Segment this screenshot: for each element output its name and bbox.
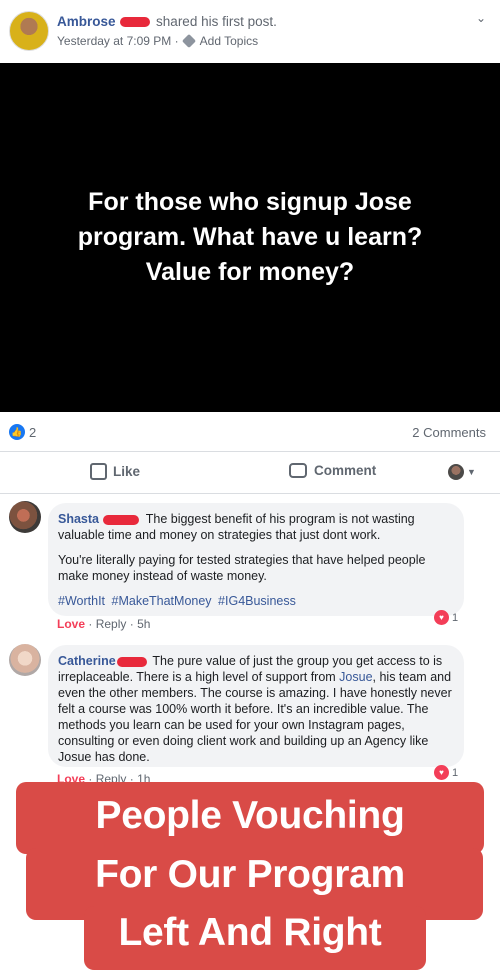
promo-overlay: People Vouching For Our Program Left And… bbox=[0, 780, 500, 980]
post-image[interactable]: For those who signup Jose program. What … bbox=[0, 63, 500, 412]
commenter-name[interactable]: Catherine bbox=[58, 654, 116, 668]
post-image-text: For those who signup Jose program. What … bbox=[20, 185, 480, 290]
redaction-mark bbox=[117, 656, 148, 667]
love-reaction-icon: ♥ bbox=[434, 765, 449, 780]
comment-reaction-count: 1 bbox=[452, 766, 459, 779]
comment-body: Shasta The biggest benefit of his progra… bbox=[58, 511, 452, 543]
caret-down-icon: ▼ bbox=[467, 467, 476, 477]
comment-bubble-icon bbox=[289, 463, 307, 478]
post-text-line: program. What have u learn? bbox=[77, 223, 423, 251]
comment-bubble: Shasta The biggest benefit of his progra… bbox=[48, 503, 464, 616]
comment-paragraph: You're literally paying for tested strat… bbox=[58, 553, 426, 583]
overlay-line: For Our Program bbox=[95, 853, 405, 896]
comment-age[interactable]: 5h bbox=[137, 617, 150, 631]
hashtag-link[interactable]: #WorthIt bbox=[58, 594, 105, 608]
overlay-line: People Vouching bbox=[95, 794, 405, 837]
hashtag-link[interactable]: #MakeThatMoney bbox=[112, 594, 212, 608]
commenter-avatar[interactable] bbox=[9, 501, 41, 533]
comment-reaction-badge[interactable]: ♥ 1 bbox=[434, 610, 458, 625]
comment-hashtags: #WorthIt #MakeThatMoney #IG4Business bbox=[58, 593, 452, 609]
comment-reaction-count: 1 bbox=[452, 611, 459, 624]
like-reaction-icon[interactable]: 👍 bbox=[9, 424, 25, 440]
thumbs-up-icon bbox=[90, 463, 107, 480]
comment-label: Comment bbox=[314, 463, 377, 478]
post-author-line: Ambrose shared his first post. bbox=[57, 14, 277, 29]
post-meta: Yesterday at 7:09 PM · Add Topics bbox=[57, 33, 258, 49]
reactions-summary: 👍 2 2 Comments bbox=[0, 412, 500, 452]
post-menu-chevron-icon[interactable]: ⌄ bbox=[476, 11, 486, 25]
post-action-text: shared his first post. bbox=[156, 14, 277, 29]
author-avatar[interactable] bbox=[9, 11, 49, 51]
commenter-avatar[interactable] bbox=[9, 644, 41, 676]
comment-bubble: Catherine The pure value of just the gro… bbox=[48, 645, 464, 767]
meta-separator: · bbox=[174, 34, 179, 48]
love-reaction-icon: ♥ bbox=[434, 610, 449, 625]
love-link[interactable]: Love bbox=[57, 617, 85, 631]
comment-text: , his team and even the other members. T… bbox=[58, 670, 452, 764]
post-timestamp[interactable]: Yesterday at 7:09 PM bbox=[57, 34, 171, 48]
hashtag-link[interactable]: #IG4Business bbox=[218, 594, 296, 608]
profile-avatar bbox=[448, 464, 464, 480]
commenter-name[interactable]: Shasta bbox=[58, 512, 99, 526]
comments-count-link[interactable]: 2 Comments bbox=[412, 425, 486, 440]
mention-link[interactable]: Josue bbox=[339, 670, 372, 684]
post-header: Ambrose shared his first post. Yesterday… bbox=[0, 0, 500, 62]
comment-reaction-badge[interactable]: ♥ 1 bbox=[434, 765, 458, 780]
reply-link[interactable]: Reply bbox=[96, 617, 127, 631]
overlay-line: Left And Right bbox=[118, 911, 382, 954]
comment-as-selector[interactable]: ▼ bbox=[448, 464, 476, 480]
like-count[interactable]: 2 bbox=[29, 425, 36, 440]
post-text-line: For those who signup Jose bbox=[88, 188, 412, 216]
author-name[interactable]: Ambrose bbox=[57, 14, 116, 29]
comment-button[interactable]: Comment bbox=[289, 463, 376, 478]
add-topics-link[interactable]: Add Topics bbox=[200, 34, 258, 48]
tag-icon bbox=[181, 33, 197, 49]
post-text-line: Value for money? bbox=[145, 258, 355, 286]
action-bar: Like Comment ▼ bbox=[0, 452, 500, 494]
like-button[interactable]: Like bbox=[90, 463, 140, 480]
comment-actions: Love · Reply · 5h bbox=[57, 617, 151, 631]
like-label: Like bbox=[113, 464, 141, 479]
redaction-mark bbox=[103, 514, 140, 525]
comment-body: Catherine The pure value of just the gro… bbox=[58, 653, 452, 765]
redaction-mark bbox=[120, 17, 151, 28]
